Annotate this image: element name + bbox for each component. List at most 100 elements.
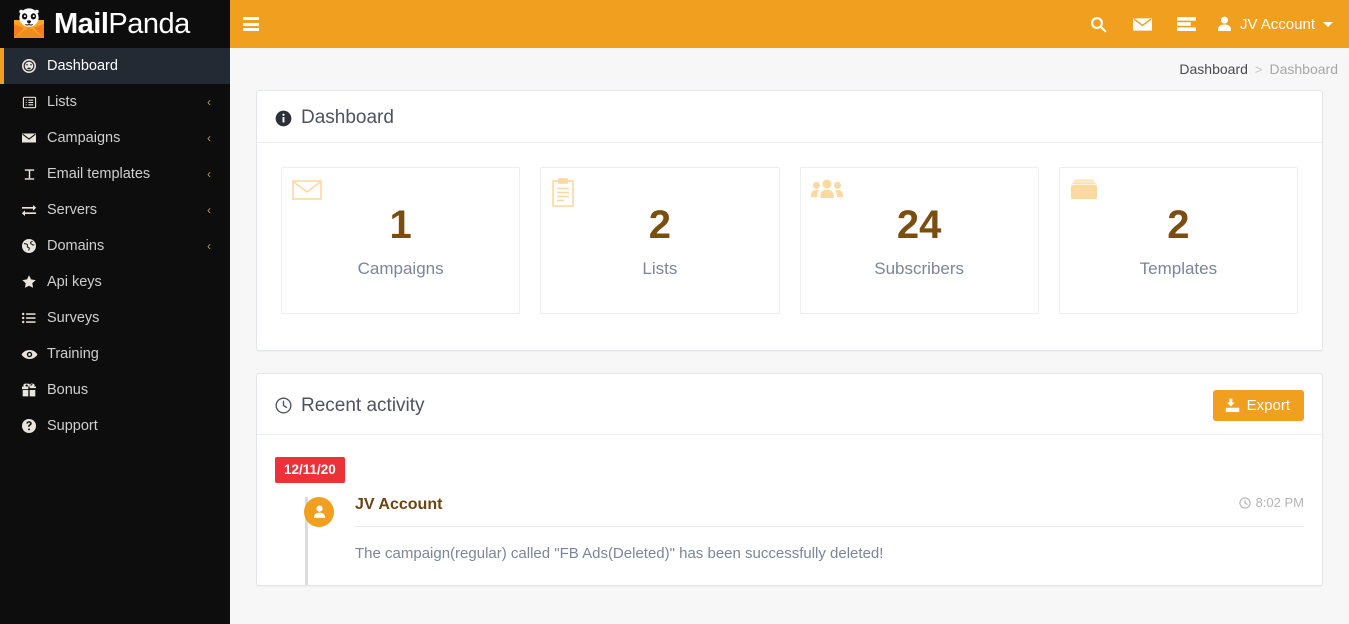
- sidebar-item-label: Bonus: [47, 382, 89, 398]
- envelope-o-icon: [292, 178, 322, 207]
- clock-icon: [1238, 496, 1251, 509]
- users-icon: [810, 178, 843, 207]
- dashboard-panel: Dashboard 1 Campaigns 2 Lists 24 Subscri…: [256, 90, 1323, 351]
- timeline-entry-user: JV Account: [355, 495, 443, 513]
- list-ul-icon: [18, 310, 40, 326]
- sidebar-item-label: Domains: [47, 238, 105, 254]
- timeline-entry-text: The campaign(regular) called "FB Ads(Del…: [355, 544, 884, 562]
- chevron-left-icon: ‹: [207, 167, 211, 181]
- sidebar-item-label: Support: [47, 418, 98, 434]
- brand-name: MailPanda: [54, 7, 190, 40]
- stat-label: Subscribers: [874, 259, 964, 278]
- sidebar-item-dashboard[interactable]: Dashboard: [0, 48, 230, 84]
- user-account-menu[interactable]: JV Account: [1209, 0, 1349, 48]
- star-icon: [18, 274, 40, 290]
- brand-name-light: Panda: [108, 7, 190, 40]
- avatar: [304, 497, 334, 527]
- recent-activity-title-group: Recent activity: [275, 395, 425, 417]
- top-navbar: JV Account: [230, 0, 1349, 48]
- sidebar-item-label: Servers: [47, 202, 97, 218]
- folder-icon: [1070, 178, 1100, 209]
- chevron-left-icon: ‹: [207, 203, 211, 217]
- stat-box-campaigns[interactable]: 1 Campaigns: [281, 167, 521, 314]
- gift-icon: [18, 382, 40, 398]
- chevron-left-icon: ‹: [207, 239, 211, 253]
- main-content: Dashboard > Dashboard Dashboard 1 Campai…: [230, 48, 1349, 624]
- dashboard-panel-header: Dashboard: [257, 91, 1322, 143]
- recent-activity-title: Recent activity: [301, 394, 425, 416]
- dashboard-panel-title: Dashboard: [301, 107, 394, 128]
- sidebar-item-servers[interactable]: Servers ‹: [0, 192, 230, 228]
- sidebar-item-domains[interactable]: Domains ‹: [0, 228, 230, 264]
- brand-logo-area[interactable]: MailPanda: [0, 0, 230, 48]
- sidebar: MailPanda Dashboard Lists ‹ Campaigns ‹ …: [0, 0, 230, 624]
- sidebar-item-label: Api keys: [47, 274, 102, 290]
- timeline-entry-time: 8:02 PM: [1238, 495, 1304, 510]
- sidebar-item-surveys[interactable]: Surveys: [0, 300, 230, 336]
- sidebar-item-label: Lists: [47, 94, 77, 110]
- timeline-entry-header: JV Account 8:02 PM: [355, 495, 1304, 527]
- clock-icon: [275, 397, 292, 414]
- breadcrumb-parent[interactable]: Dashboard: [1179, 61, 1248, 77]
- stat-box-subscribers[interactable]: 24 Subscribers: [799, 167, 1039, 314]
- question-circle-icon: [18, 418, 40, 434]
- chevron-left-icon: ‹: [207, 131, 211, 145]
- recent-activity-header: Recent activity Export: [257, 374, 1322, 435]
- envelope-icon: [18, 130, 40, 146]
- user-icon: [1217, 16, 1232, 32]
- sidebar-nav: Dashboard Lists ‹ Campaigns ‹ Email temp…: [0, 48, 230, 444]
- hamburger-bar: [243, 28, 259, 31]
- breadcrumb-separator: >: [1254, 61, 1263, 77]
- globe-icon: [18, 238, 40, 254]
- recent-activity-panel: Recent activity Export 12/11/20 JV Accou…: [256, 373, 1323, 586]
- tachometer-icon: [18, 58, 40, 74]
- sidebar-item-support[interactable]: Support: [0, 408, 230, 444]
- sidebar-item-campaigns[interactable]: Campaigns ‹: [0, 120, 230, 156]
- eye-icon: [18, 346, 40, 363]
- sidebar-item-training[interactable]: Training: [0, 336, 230, 372]
- info-circle-icon: [275, 110, 292, 127]
- breadcrumb-current: Dashboard: [1269, 61, 1339, 77]
- export-icon: [1225, 398, 1240, 413]
- sidebar-item-label: Dashboard: [47, 58, 118, 74]
- stat-box-templates[interactable]: 2 Templates: [1058, 167, 1298, 314]
- sidebar-item-email-templates[interactable]: Email templates ‹: [0, 156, 230, 192]
- sidebar-item-label: Campaigns: [47, 130, 121, 146]
- stat-label: Lists: [642, 259, 678, 278]
- tasks-icon[interactable]: [1165, 0, 1209, 48]
- hamburger-icon[interactable]: [243, 17, 259, 31]
- stats-row: 1 Campaigns 2 Lists 24 Subscribers 2 Tem…: [257, 143, 1322, 350]
- page-title: Dashboard: [275, 107, 394, 129]
- stat-label: Campaigns: [357, 259, 444, 278]
- stat-label: Templates: [1139, 259, 1218, 278]
- timeline-entry-card: JV Account 8:02 PM The campaign(regular)…: [355, 495, 1304, 564]
- caret-down-icon: [1323, 21, 1333, 27]
- sidebar-item-label: Training: [47, 346, 99, 362]
- stat-box-lists[interactable]: 2 Lists: [540, 167, 780, 314]
- activity-timeline: 12/11/20 JV Account 8:02 PM The campaign…: [257, 435, 1322, 585]
- messages-envelope-icon[interactable]: [1121, 0, 1165, 48]
- stat-value: 2: [648, 203, 671, 247]
- timeline-entry-time-text: 8:02 PM: [1255, 495, 1304, 510]
- timeline-entry: JV Account 8:02 PM The campaign(regular)…: [275, 495, 1304, 585]
- sidebar-item-bonus[interactable]: Bonus: [0, 372, 230, 408]
- user-account-name: JV Account: [1239, 15, 1315, 33]
- list-alt-icon: [18, 95, 40, 110]
- sidebar-item-api-keys[interactable]: Api keys: [0, 264, 230, 300]
- brand-name-bold: Mail: [54, 7, 109, 40]
- clipboard-list-icon: [551, 178, 575, 213]
- top-navbar-right: JV Account: [1077, 0, 1349, 48]
- text-height-icon: [18, 167, 40, 182]
- breadcrumb: Dashboard > Dashboard: [230, 48, 1349, 90]
- sidebar-item-lists[interactable]: Lists ‹: [0, 84, 230, 120]
- export-button-label: Export: [1246, 397, 1290, 414]
- export-button[interactable]: Export: [1212, 390, 1304, 421]
- timeline-date-badge: 12/11/20: [275, 457, 345, 483]
- exchange-icon: [18, 202, 40, 218]
- sidebar-item-label: Surveys: [47, 310, 100, 326]
- hamburger-bar: [243, 17, 259, 20]
- chevron-left-icon: ‹: [207, 95, 211, 109]
- search-icon[interactable]: [1077, 0, 1121, 48]
- hamburger-bar: [243, 22, 259, 26]
- panda-envelope-logo-icon: [8, 4, 50, 44]
